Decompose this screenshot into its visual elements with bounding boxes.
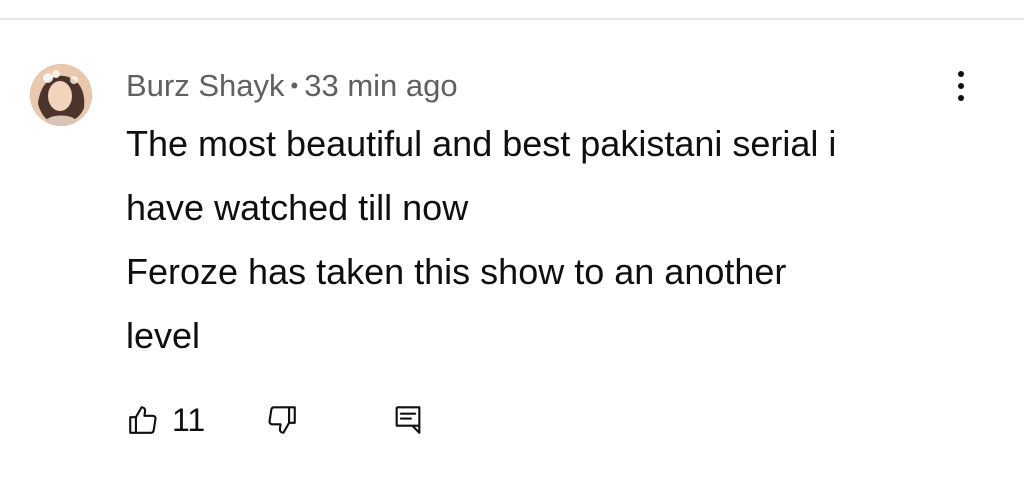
dislike-button[interactable] <box>265 403 299 437</box>
comment-line: Feroze has taken this show to an another <box>126 251 787 292</box>
more-vertical-icon <box>958 71 964 77</box>
timestamp[interactable]: 33 min ago <box>304 68 457 103</box>
author-name[interactable]: Burz Shayk <box>126 68 285 103</box>
comment-line: The most beautiful and best pakistani se… <box>126 123 837 164</box>
comment-header: Burz Shayk • 33 min ago <box>126 60 976 112</box>
avatar[interactable] <box>30 64 92 126</box>
like-button[interactable]: 11 <box>126 402 205 439</box>
comment-line: level <box>126 315 201 356</box>
comment-actions: 11 <box>126 396 425 444</box>
top-divider <box>0 18 1024 20</box>
reply-button[interactable] <box>391 403 425 437</box>
more-options-button[interactable] <box>944 66 978 106</box>
avatar-image <box>30 64 92 126</box>
thumbs-down-icon <box>268 406 297 434</box>
more-vertical-icon-dot <box>958 95 964 101</box>
like-count: 11 <box>172 401 206 438</box>
thumbs-up-icon <box>129 406 157 434</box>
comment: Burz Shayk • 33 min ago The most beautiful… <box>126 60 976 368</box>
separator-dot: • <box>290 73 299 98</box>
comment-text: The most beautiful and best pakistani se… <box>126 112 976 368</box>
comment-line: have watched till now <box>126 187 469 228</box>
more-vertical-icon-dot <box>958 83 964 89</box>
reply-comment-icon <box>395 406 421 434</box>
